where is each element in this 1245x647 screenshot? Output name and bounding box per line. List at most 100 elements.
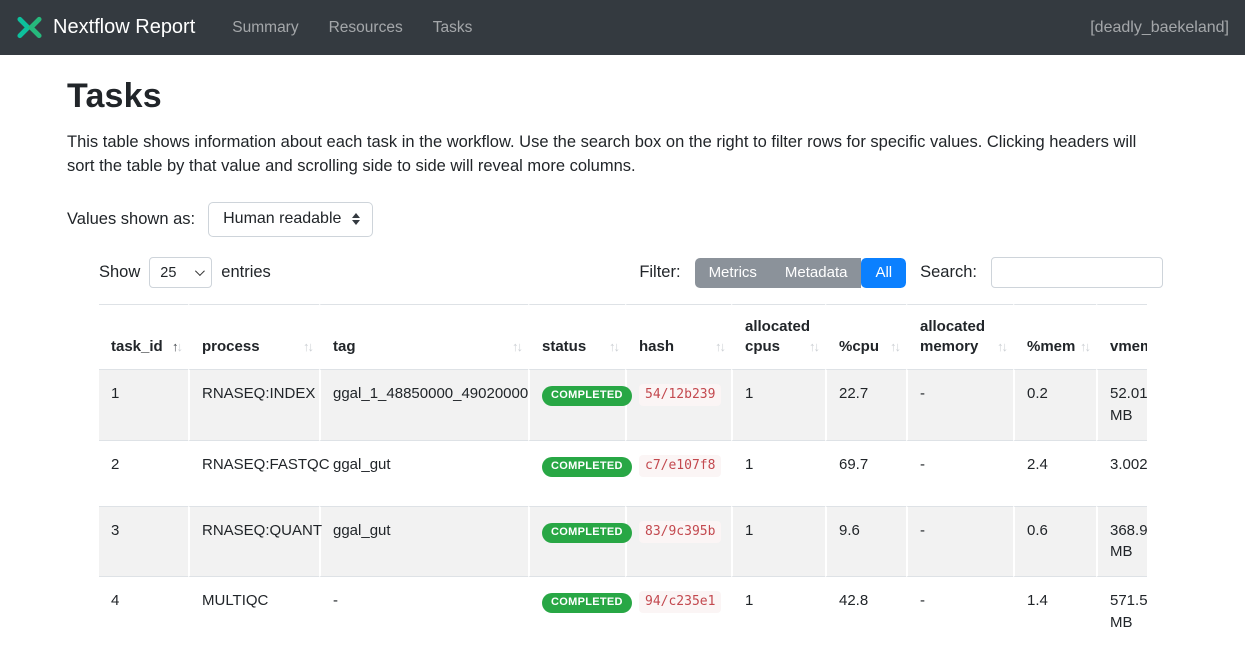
cell-pct-mem: 2.4 bbox=[1013, 440, 1096, 506]
sort-desc-icon: ↓ bbox=[1002, 339, 1007, 354]
cell-status: COMPLETED bbox=[528, 576, 625, 647]
nav-item-tasks[interactable]: Tasks bbox=[418, 11, 488, 45]
hash-link[interactable]: 83/9c395b bbox=[639, 521, 721, 543]
column-header-task-id[interactable]: task_id↑↓ bbox=[99, 304, 188, 369]
column-header-hash[interactable]: hash↑↓ bbox=[625, 304, 731, 369]
hash-link[interactable]: c7/e107f8 bbox=[639, 455, 721, 477]
cell-vmem: 3.002 bbox=[1096, 440, 1147, 506]
cell-hash: 83/9c395b bbox=[625, 506, 731, 577]
hash-link[interactable]: 94/c235e1 bbox=[639, 591, 721, 613]
sort-desc-icon: ↓ bbox=[895, 339, 900, 354]
cell-task-id: 3 bbox=[99, 506, 188, 577]
cell-allocated-cpus: 1 bbox=[731, 576, 825, 647]
filter-all-button[interactable]: All bbox=[861, 258, 906, 288]
page-length-value: 25 bbox=[160, 265, 176, 281]
cell-pct-cpu: 9.6 bbox=[825, 506, 906, 577]
cell-allocated-memory: - bbox=[906, 506, 1013, 577]
filter-button-group: Metrics Metadata All bbox=[695, 258, 907, 288]
table-row[interactable]: 4 MULTIQC - COMPLETED 94/c235e1 1 42.8 -… bbox=[99, 576, 1147, 647]
sort-icon: ↑↓ bbox=[715, 339, 724, 356]
cell-allocated-memory: - bbox=[906, 576, 1013, 647]
column-header-allocated-cpus[interactable]: allocated cpus↑↓ bbox=[731, 304, 825, 369]
cell-pct-mem: 1.4 bbox=[1013, 576, 1096, 647]
sort-icon: ↑↓ bbox=[997, 339, 1006, 356]
sort-icon: ↑↓ bbox=[512, 339, 521, 356]
column-header-status[interactable]: status↑↓ bbox=[528, 304, 625, 369]
search-input[interactable] bbox=[991, 257, 1163, 288]
column-header-vmem[interactable]: vmem↑↓ bbox=[1096, 304, 1147, 369]
sort-icon: ↑↓ bbox=[609, 339, 618, 356]
tasks-table: task_id↑↓ process↑↓ tag↑↓ status↑↓ hash↑… bbox=[99, 304, 1147, 647]
entries-label: entries bbox=[221, 263, 271, 282]
cell-process: MULTIQC bbox=[188, 576, 319, 647]
sort-icon: ↑↓ bbox=[303, 339, 312, 356]
nav-item-summary[interactable]: Summary bbox=[217, 11, 313, 45]
tasks-table-scroll-area[interactable]: task_id↑↓ process↑↓ tag↑↓ status↑↓ hash↑… bbox=[99, 304, 1147, 647]
cell-pct-mem: 0.2 bbox=[1013, 369, 1096, 440]
column-header-pct-mem[interactable]: %mem↑↓ bbox=[1013, 304, 1096, 369]
sort-desc-icon: ↓ bbox=[614, 339, 619, 354]
filter-metadata-button[interactable]: Metadata bbox=[771, 258, 862, 288]
sort-icon: ↑↓ bbox=[1080, 339, 1089, 356]
cell-status: COMPLETED bbox=[528, 506, 625, 577]
table-row[interactable]: 2 RNASEQ:FASTQC ggal_gut COMPLETED c7/e1… bbox=[99, 440, 1147, 506]
cell-tag: ggal_1_48850000_49020000 bbox=[319, 369, 528, 440]
status-badge: COMPLETED bbox=[542, 457, 632, 477]
cell-status: COMPLETED bbox=[528, 440, 625, 506]
sort-desc-icon: ↓ bbox=[720, 339, 725, 354]
nav-item-resources[interactable]: Resources bbox=[314, 11, 418, 45]
status-badge: COMPLETED bbox=[542, 593, 632, 613]
cell-vmem: 571.58 MB bbox=[1096, 576, 1147, 647]
cell-hash: 94/c235e1 bbox=[625, 576, 731, 647]
cell-process: RNASEQ:QUANT bbox=[188, 506, 319, 577]
cell-vmem: 52.016 MB bbox=[1096, 369, 1147, 440]
sort-icon: ↑↓ bbox=[890, 339, 899, 356]
values-shown-select[interactable]: Human readable bbox=[208, 202, 373, 237]
navbar-brand[interactable]: Nextflow Report bbox=[16, 14, 195, 41]
cell-task-id: 2 bbox=[99, 440, 188, 506]
cell-allocated-cpus: 1 bbox=[731, 440, 825, 506]
cell-vmem: 368.95 MB bbox=[1096, 506, 1147, 577]
main-content: Tasks This table shows information about… bbox=[0, 55, 1245, 647]
column-header-allocated-memory[interactable]: allocated memory↑↓ bbox=[906, 304, 1013, 369]
values-shown-label: Values shown as: bbox=[67, 210, 195, 229]
page-title: Tasks bbox=[67, 77, 1163, 116]
sort-desc-icon: ↓ bbox=[177, 339, 182, 354]
column-header-tag[interactable]: tag↑↓ bbox=[319, 304, 528, 369]
run-name-label: [deadly_baekeland] bbox=[1090, 19, 1229, 37]
cell-tag: - bbox=[319, 576, 528, 647]
show-label: Show bbox=[99, 263, 140, 282]
cell-hash: c7/e107f8 bbox=[625, 440, 731, 506]
cell-allocated-cpus: 1 bbox=[731, 506, 825, 577]
page-length-select[interactable]: 25 bbox=[149, 257, 212, 288]
cell-status: COMPLETED bbox=[528, 369, 625, 440]
top-navbar: Nextflow Report Summary Resources Tasks … bbox=[0, 0, 1245, 55]
table-row[interactable]: 1 RNASEQ:INDEX ggal_1_48850000_49020000 … bbox=[99, 369, 1147, 440]
filter-metrics-button[interactable]: Metrics bbox=[695, 258, 771, 288]
status-badge: COMPLETED bbox=[542, 386, 632, 406]
cell-process: RNASEQ:FASTQC bbox=[188, 440, 319, 506]
hash-link[interactable]: 54/12b239 bbox=[639, 384, 721, 406]
cell-task-id: 4 bbox=[99, 576, 188, 647]
nextflow-logo-icon bbox=[16, 14, 43, 41]
table-header-row: task_id↑↓ process↑↓ tag↑↓ status↑↓ hash↑… bbox=[99, 304, 1147, 369]
cell-allocated-cpus: 1 bbox=[731, 369, 825, 440]
sort-desc-icon: ↓ bbox=[814, 339, 819, 354]
cell-allocated-memory: - bbox=[906, 440, 1013, 506]
search-label: Search: bbox=[920, 263, 977, 282]
cell-tag: ggal_gut bbox=[319, 440, 528, 506]
column-header-process[interactable]: process↑↓ bbox=[188, 304, 319, 369]
sort-desc-icon: ↓ bbox=[517, 339, 522, 354]
cell-process: RNASEQ:INDEX bbox=[188, 369, 319, 440]
sort-icon: ↑↓ bbox=[172, 339, 181, 356]
brand-title: Nextflow Report bbox=[53, 16, 195, 39]
table-row[interactable]: 3 RNASEQ:QUANT ggal_gut COMPLETED 83/9c3… bbox=[99, 506, 1147, 577]
chevron-down-icon bbox=[195, 266, 205, 276]
cell-pct-cpu: 22.7 bbox=[825, 369, 906, 440]
cell-pct-cpu: 69.7 bbox=[825, 440, 906, 506]
cell-task-id: 1 bbox=[99, 369, 188, 440]
sort-desc-icon: ↓ bbox=[308, 339, 313, 354]
cell-pct-cpu: 42.8 bbox=[825, 576, 906, 647]
filter-label: Filter: bbox=[639, 263, 680, 282]
column-header-pct-cpu[interactable]: %cpu↑↓ bbox=[825, 304, 906, 369]
